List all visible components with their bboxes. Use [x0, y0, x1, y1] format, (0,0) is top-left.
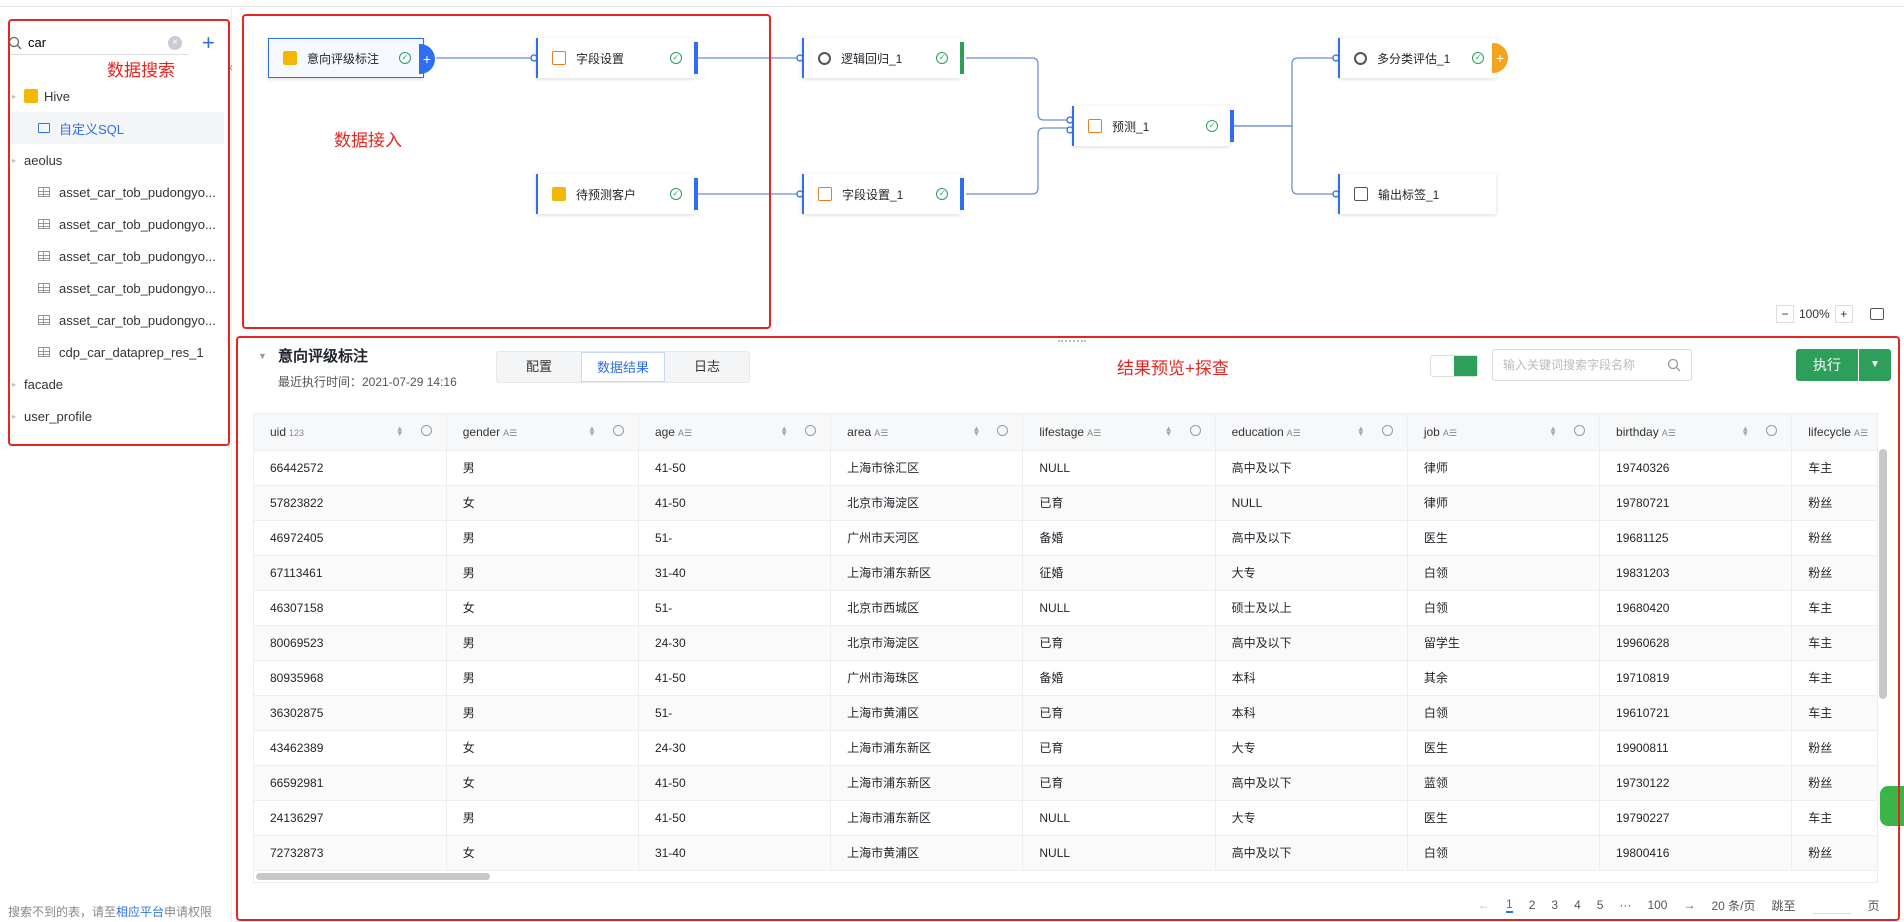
annotation-box-preview [236, 336, 1900, 921]
success-check-icon: ✓ [936, 188, 948, 200]
edge-5-6 [966, 127, 1070, 195]
success-check-icon: ✓ [1206, 120, 1218, 132]
edge-6-8 [1234, 125, 1336, 195]
footer-prefix: 搜索不到的表，请至 [8, 905, 117, 919]
predict-icon [1088, 119, 1102, 133]
node-label: 字段设置_1 [842, 187, 904, 202]
annotation-ingest: 数据接入 [334, 131, 402, 150]
evaluate-icon [1354, 51, 1367, 65]
node-logistic-regression[interactable]: 逻辑回归_1 ✓ [802, 38, 964, 78]
zoom-out-button[interactable]: − [1776, 305, 1794, 323]
top-divider [0, 6, 1904, 7]
zoom-level: 100% [1799, 307, 1830, 321]
model-icon [818, 51, 831, 65]
platform-link[interactable]: 相应平台 [116, 905, 164, 919]
fit-screen-icon[interactable] [1870, 308, 1884, 320]
output-port[interactable] [960, 178, 964, 210]
node-label: 输出标签_1 [1378, 187, 1440, 202]
success-check-icon: ✓ [1472, 52, 1484, 64]
edge-6-7 [1234, 57, 1336, 127]
node-label: 预测_1 [1112, 119, 1150, 134]
annotation-search: 数据搜索 [107, 61, 175, 80]
node-label: 多分类评估_1 [1377, 51, 1451, 66]
output-port[interactable] [1230, 110, 1234, 142]
node-multiclass-eval[interactable]: 多分类评估_1 ✓ + [1338, 38, 1508, 78]
node-field-setting-1[interactable]: 字段设置_1 ✓ [802, 174, 964, 214]
edge-3-6 [966, 57, 1070, 121]
node-label: 逻辑回归_1 [841, 51, 903, 66]
output-doc-icon [1354, 187, 1368, 201]
footer-suffix: 申请权限 [164, 905, 213, 919]
zoom-control: − 100% + [1776, 305, 1853, 323]
annotation-box-ingest [242, 14, 771, 329]
field-setting-icon [818, 187, 832, 201]
annotation-box-search [8, 19, 230, 446]
success-check-icon: ✓ [936, 52, 948, 64]
output-port[interactable] [960, 42, 964, 74]
sidebar-footer: 搜索不到的表，请至相应平台申请权限 [8, 903, 212, 920]
node-predict[interactable]: 预测_1 ✓ [1072, 106, 1234, 146]
node-output-label[interactable]: 输出标签_1 [1338, 174, 1496, 214]
annotation-preview: 结果预览+探查 [1117, 359, 1229, 378]
zoom-in-button[interactable]: + [1834, 305, 1853, 323]
